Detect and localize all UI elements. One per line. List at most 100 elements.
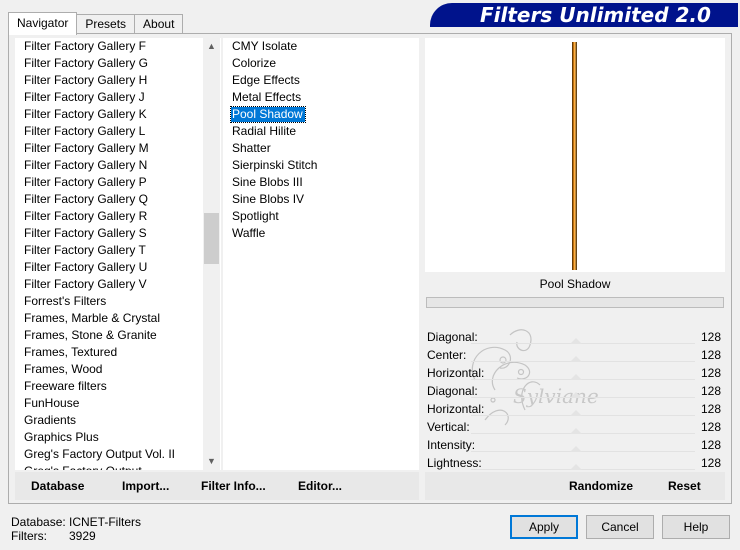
category-item[interactable]: FunHouse — [15, 395, 221, 412]
category-item[interactable]: Filter Factory Gallery R — [15, 208, 221, 225]
category-item[interactable]: Filter Factory Gallery J — [15, 89, 221, 106]
filter-item[interactable]: Waffle — [223, 225, 419, 242]
parameter-slider[interactable]: Diagonal: 128 — [425, 382, 725, 400]
cancel-button[interactable]: Cancel — [586, 515, 654, 539]
category-item[interactable]: Frames, Marble & Crystal — [15, 310, 221, 327]
slider-thumb-icon[interactable] — [570, 428, 582, 434]
filter-item-label: Sine Blobs IV — [232, 192, 305, 206]
slider-thumb-icon[interactable] — [570, 464, 582, 470]
right-button-bar: Randomize Reset — [425, 472, 725, 500]
category-item[interactable]: Frames, Stone & Granite — [15, 327, 221, 344]
category-item[interactable]: Filter Factory Gallery S — [15, 225, 221, 242]
navigator-panel: Filter Factory Gallery F Filter Factory G… — [8, 33, 732, 504]
slider-track[interactable] — [471, 343, 695, 344]
filter-item[interactable]: Edge Effects — [223, 72, 419, 89]
category-item[interactable]: Filter Factory Gallery T — [15, 242, 221, 259]
filter-item-label: Metal Effects — [232, 90, 302, 104]
filter-item-label: Pool Shadow — [230, 106, 306, 123]
filter-item[interactable]: CMY Isolate — [223, 38, 419, 55]
parameter-sliders: Diagonal: 128 Center: 128 Horizontal: 128 Diag… — [425, 328, 725, 474]
category-item[interactable]: Filter Factory Gallery U — [15, 259, 221, 276]
category-item[interactable]: Filter Factory Gallery G — [15, 55, 221, 72]
slider-track[interactable] — [471, 361, 695, 362]
filter-item[interactable]: Sine Blobs III — [223, 174, 419, 191]
parameter-slider[interactable]: Vertical: 128 — [425, 418, 725, 436]
parameter-slider[interactable]: Horizontal: 128 — [425, 400, 725, 418]
preview-image — [572, 42, 577, 270]
parameter-value: 128 — [700, 420, 721, 434]
current-filter-label: Pool Shadow — [425, 273, 725, 295]
parameter-slider[interactable]: Horizontal: 128 — [425, 364, 725, 382]
category-item[interactable]: Greg's Factory Output — [15, 463, 221, 470]
slider-track[interactable] — [471, 397, 695, 398]
scroll-up-arrow-icon[interactable]: ▲ — [203, 38, 220, 55]
tab-about[interactable]: About — [134, 14, 184, 34]
tab-navigator[interactable]: Navigator — [8, 12, 78, 35]
category-item[interactable]: Filter Factory Gallery V — [15, 276, 221, 293]
slider-thumb-icon[interactable] — [570, 338, 582, 344]
category-item[interactable]: Filter Factory Gallery M — [15, 140, 221, 157]
editor-button[interactable]: Editor... — [298, 472, 342, 500]
reset-button[interactable]: Reset — [668, 472, 701, 500]
slider-thumb-icon[interactable] — [570, 446, 582, 452]
apply-button[interactable]: Apply — [510, 515, 578, 539]
parameter-slider[interactable]: Center: 128 — [425, 346, 725, 364]
scroll-down-arrow-icon[interactable]: ▼ — [203, 453, 220, 470]
category-item[interactable]: Filter Factory Gallery K — [15, 106, 221, 123]
filter-list[interactable]: CMY Isolate Colorize Edge Effects Metal Eff… — [223, 38, 599, 470]
category-item[interactable]: Filter Factory Gallery L — [15, 123, 221, 140]
slider-thumb-icon[interactable] — [570, 374, 582, 380]
help-button[interactable]: Help — [662, 515, 730, 539]
import-button[interactable]: Import... — [122, 472, 169, 500]
filter-item[interactable]: Sine Blobs IV — [223, 191, 419, 208]
parameter-value: 128 — [700, 330, 721, 344]
slider-thumb-icon[interactable] — [570, 410, 582, 416]
scroll-thumb[interactable] — [204, 213, 219, 264]
database-label: Database: — [11, 515, 66, 529]
filter-item[interactable]: Colorize — [223, 55, 419, 72]
database-button[interactable]: Database — [31, 472, 84, 500]
slider-thumb-icon[interactable] — [570, 392, 582, 398]
slider-track[interactable] — [471, 433, 695, 434]
parameter-value: 128 — [700, 402, 721, 416]
category-item[interactable]: Frames, Textured — [15, 344, 221, 361]
slider-thumb-icon[interactable] — [570, 356, 582, 362]
category-item[interactable]: Forrest's Filters — [15, 293, 221, 310]
slider-track[interactable] — [471, 469, 695, 470]
filter-item-label: Sine Blobs III — [232, 175, 303, 189]
slider-track[interactable] — [471, 415, 695, 416]
category-item[interactable]: Filter Factory Gallery N — [15, 157, 221, 174]
category-item[interactable]: Gradients — [15, 412, 221, 429]
tab-bar: Navigator Presets About — [8, 12, 184, 35]
slider-track[interactable] — [471, 451, 695, 452]
filter-item[interactable]: Shatter — [223, 140, 419, 157]
filter-item-label: Waffle — [232, 226, 266, 240]
slider-track[interactable] — [471, 379, 695, 380]
parameter-label: Intensity: — [427, 438, 476, 452]
filter-item-label: CMY Isolate — [232, 39, 298, 53]
filter-item[interactable]: Pool Shadow — [223, 106, 419, 123]
category-item[interactable]: Greg's Factory Output Vol. II — [15, 446, 221, 463]
category-item[interactable]: Filter Factory Gallery P — [15, 174, 221, 191]
filter-item[interactable]: Radial Hilite — [223, 123, 419, 140]
category-scrollbar[interactable]: ▲ ▼ — [203, 38, 220, 470]
parameter-slider[interactable]: Lightness: 128 — [425, 454, 725, 472]
filter-info-button[interactable]: Filter Info... — [201, 472, 266, 500]
parameter-slider[interactable]: Intensity: 128 — [425, 436, 725, 454]
category-item[interactable]: Filter Factory Gallery H — [15, 72, 221, 89]
database-value: ICNET-Filters — [69, 515, 141, 529]
tab-presets[interactable]: Presets — [76, 14, 136, 34]
progress-bar — [426, 297, 724, 308]
category-item[interactable]: Graphics Plus — [15, 429, 221, 446]
category-item[interactable]: Filter Factory Gallery Q — [15, 191, 221, 208]
filter-item[interactable]: Spotlight — [223, 208, 419, 225]
randomize-button[interactable]: Randomize — [569, 472, 633, 500]
category-list[interactable]: Filter Factory Gallery F Filter Factory G… — [15, 38, 221, 470]
filter-item[interactable]: Metal Effects — [223, 89, 419, 106]
filter-item[interactable]: Sierpinski Stitch — [223, 157, 419, 174]
category-item[interactable]: Freeware filters — [15, 378, 221, 395]
parameter-slider[interactable]: Diagonal: 128 — [425, 328, 725, 346]
category-item[interactable]: Frames, Wood — [15, 361, 221, 378]
parameter-value: 128 — [700, 384, 721, 398]
category-item[interactable]: Filter Factory Gallery F — [15, 38, 221, 55]
